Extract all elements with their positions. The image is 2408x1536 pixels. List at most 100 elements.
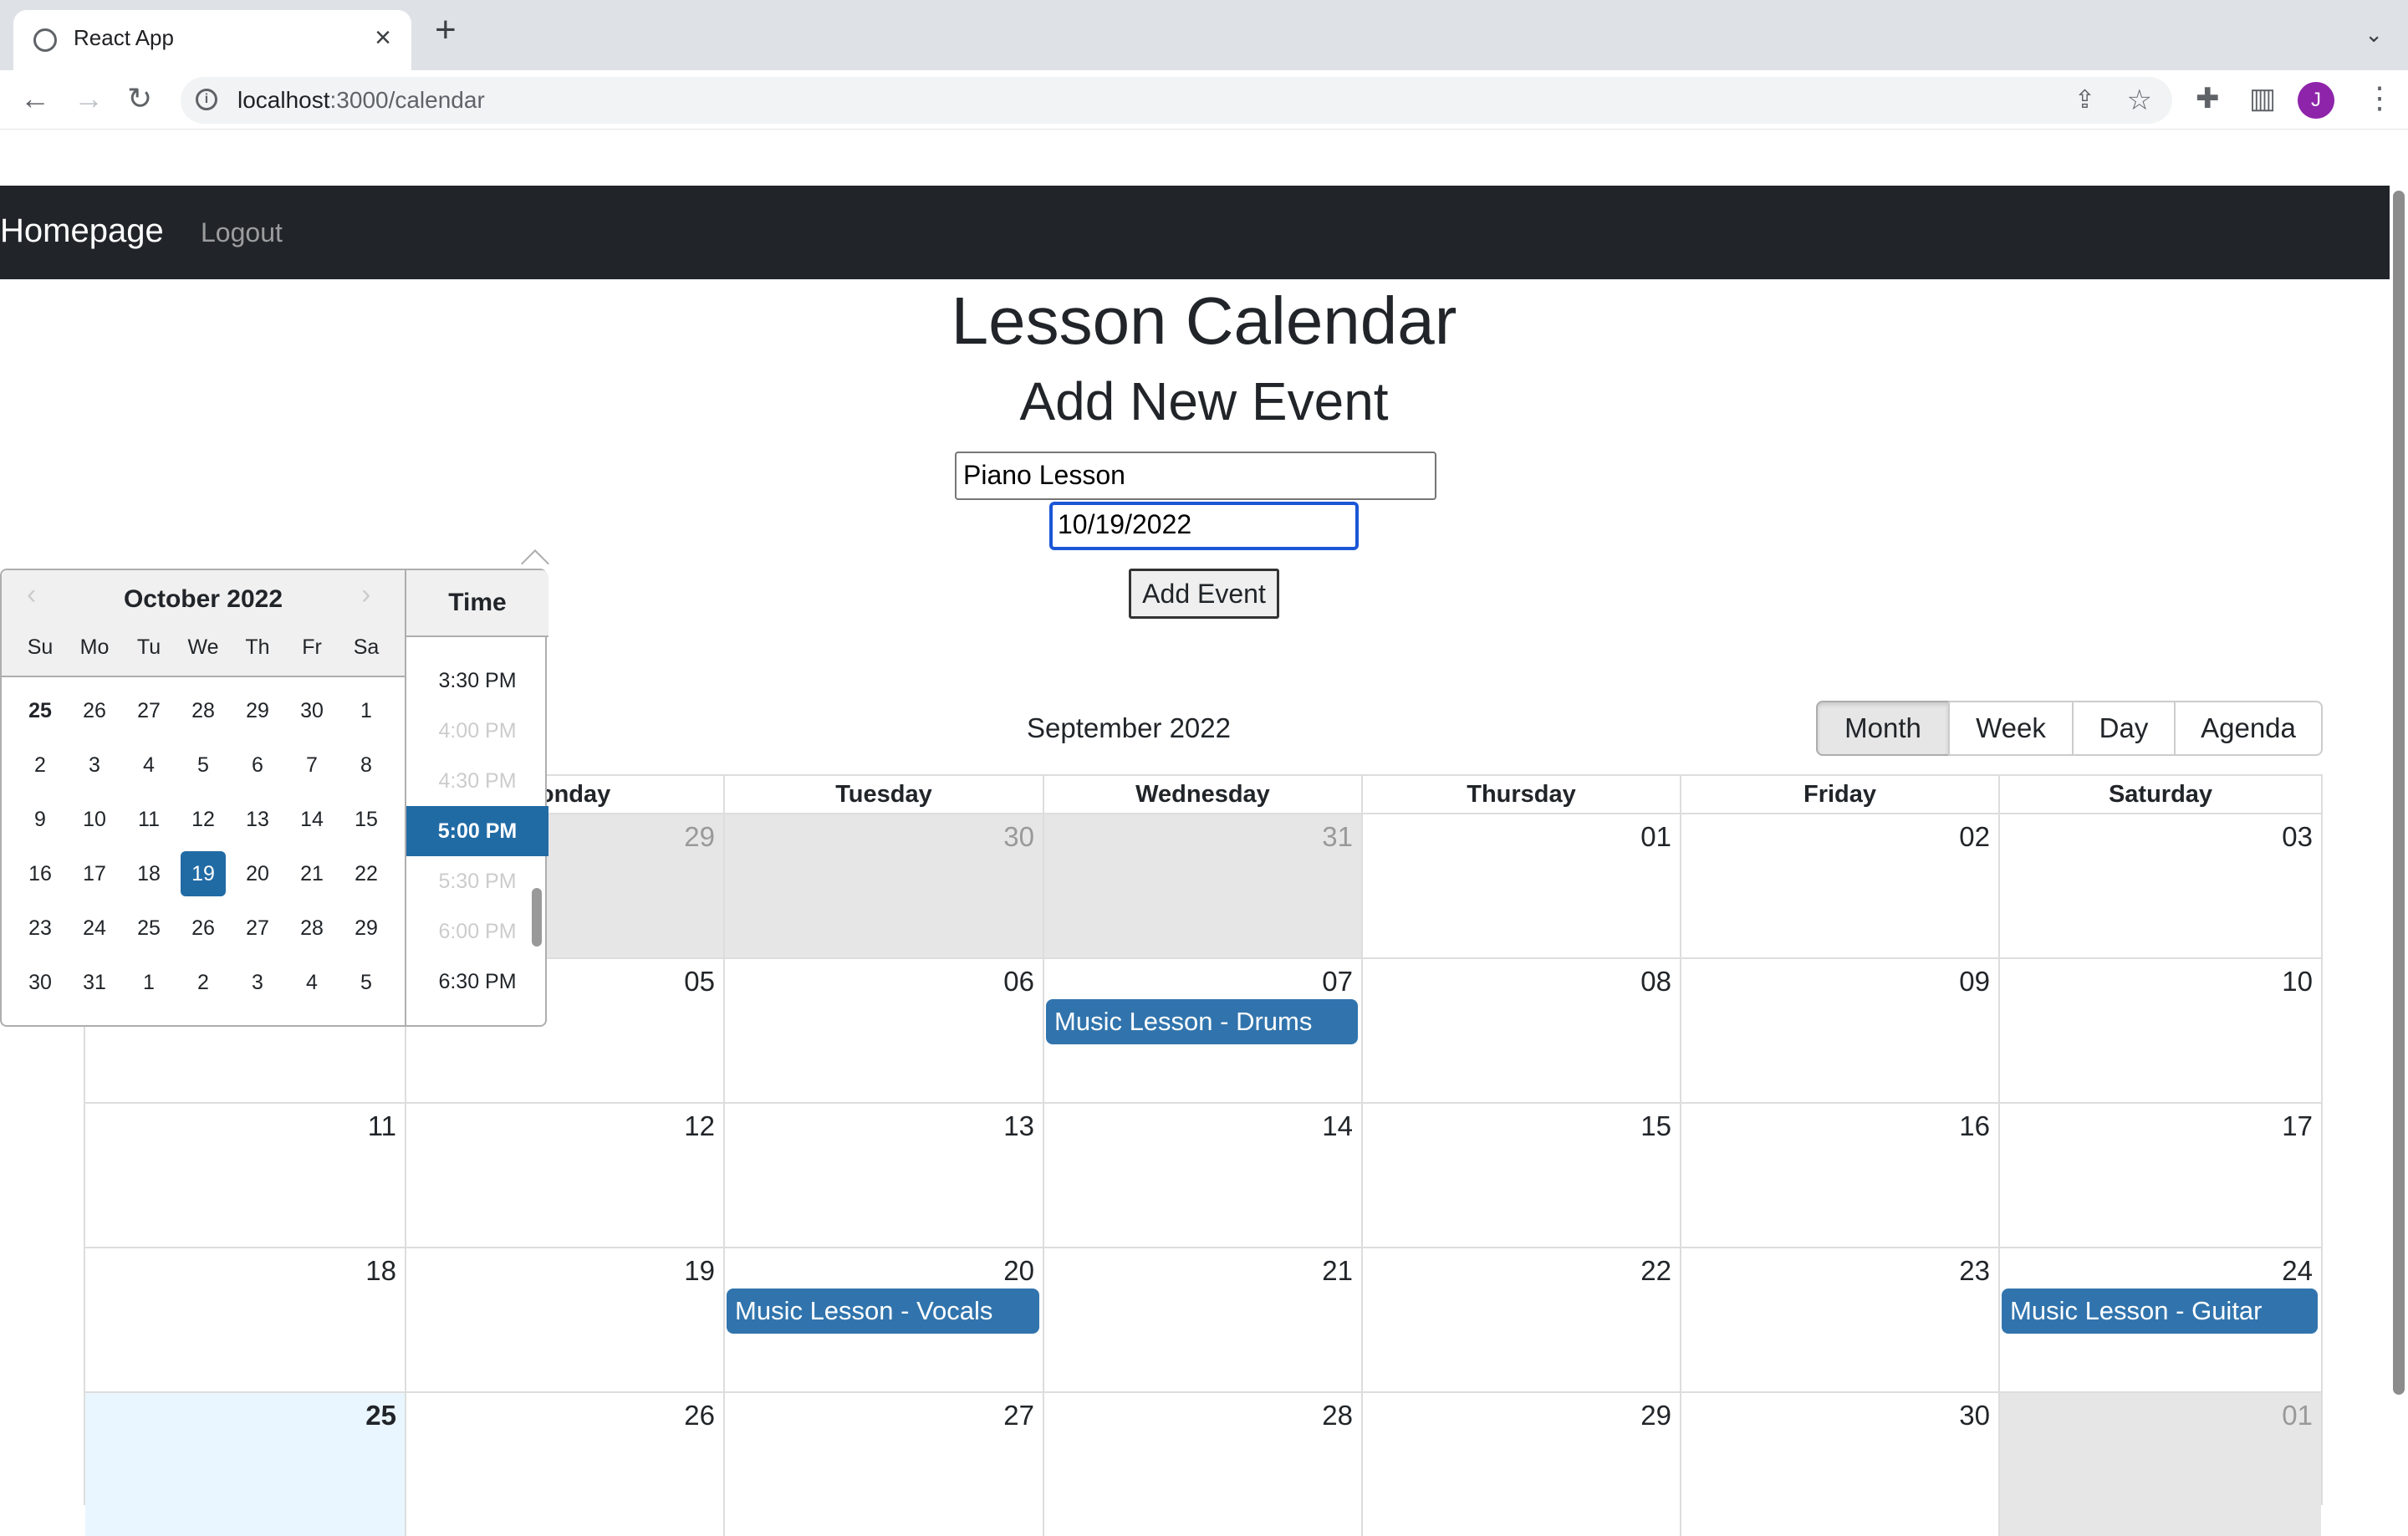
datepicker-day[interactable]: 25 xyxy=(18,688,63,733)
day-number[interactable]: 22 xyxy=(1640,1255,1671,1287)
datepicker-day[interactable]: 30 xyxy=(289,688,334,733)
day-cell[interactable]: 16 xyxy=(1680,1102,1998,1247)
day-cell[interactable]: 21 xyxy=(1043,1247,1361,1391)
time-option[interactable]: 6:30 PM xyxy=(406,957,548,1007)
day-cell[interactable]: 29 xyxy=(1361,1391,1680,1536)
day-number[interactable]: 02 xyxy=(1959,821,1990,853)
day-number[interactable]: 23 xyxy=(1959,1255,1990,1287)
view-week-button[interactable]: Week xyxy=(1948,701,2074,756)
datepicker-day[interactable]: 28 xyxy=(181,688,226,733)
homepage-link[interactable]: Homepage xyxy=(0,212,164,250)
day-number[interactable]: 26 xyxy=(684,1400,715,1431)
day-number[interactable]: 01 xyxy=(1640,821,1671,853)
datepicker-day[interactable]: 3 xyxy=(235,960,280,1005)
datepicker-day[interactable]: 29 xyxy=(344,906,389,951)
day-number[interactable]: 19 xyxy=(684,1255,715,1287)
day-number[interactable]: 20 xyxy=(1003,1255,1034,1287)
day-cell[interactable]: 27 xyxy=(723,1391,1043,1536)
view-day-button[interactable]: Day xyxy=(2072,701,2176,756)
day-number[interactable]: 10 xyxy=(2282,966,2313,998)
day-cell[interactable]: 31 xyxy=(1043,813,1361,957)
calendar-event[interactable]: Music Lesson - Guitar xyxy=(2002,1289,2318,1334)
day-cell[interactable]: 28 xyxy=(1043,1391,1361,1536)
day-number[interactable]: 08 xyxy=(1640,966,1671,998)
datepicker-day[interactable]: 10 xyxy=(72,797,117,842)
back-icon[interactable]: ← xyxy=(20,82,50,115)
datepicker-day[interactable]: 22 xyxy=(344,851,389,896)
side-panel-icon[interactable]: ▥ xyxy=(2249,82,2276,115)
tab-search-chevron-icon[interactable]: ⌄ xyxy=(2365,22,2383,48)
day-number[interactable]: 27 xyxy=(1003,1400,1034,1431)
day-number[interactable]: 31 xyxy=(1322,821,1353,853)
time-option[interactable]: 5:30 PM xyxy=(406,856,548,906)
day-number[interactable]: 06 xyxy=(1003,966,1034,998)
datepicker-day[interactable]: 25 xyxy=(126,906,171,951)
datepicker-day[interactable]: 26 xyxy=(181,906,226,951)
day-number[interactable]: 05 xyxy=(684,966,715,998)
day-number[interactable]: 28 xyxy=(1322,1400,1353,1431)
datepicker-day[interactable]: 23 xyxy=(18,906,63,951)
day-cell[interactable]: 23 xyxy=(1680,1247,1998,1391)
day-cell[interactable]: 25 xyxy=(85,1391,405,1536)
day-number[interactable]: 07 xyxy=(1322,966,1353,998)
next-month-icon[interactable]: › xyxy=(361,579,370,611)
datepicker-day[interactable]: 6 xyxy=(235,742,280,788)
day-number[interactable]: 16 xyxy=(1959,1110,1990,1142)
browser-tab[interactable]: React App × xyxy=(13,10,411,70)
datepicker-day[interactable]: 1 xyxy=(126,960,171,1005)
day-number[interactable]: 13 xyxy=(1003,1110,1034,1142)
forward-icon[interactable]: → xyxy=(74,82,104,115)
datepicker-day[interactable]: 27 xyxy=(235,906,280,951)
day-number[interactable]: 17 xyxy=(2282,1110,2313,1142)
day-cell[interactable]: 15 xyxy=(1361,1102,1680,1247)
day-number[interactable]: 15 xyxy=(1640,1110,1671,1142)
day-number[interactable]: 09 xyxy=(1959,966,1990,998)
datepicker-day[interactable]: 2 xyxy=(181,960,226,1005)
day-cell[interactable]: 09 xyxy=(1680,957,1998,1102)
time-option[interactable]: 4:30 PM xyxy=(406,756,548,806)
site-info-icon[interactable]: i xyxy=(196,89,217,110)
day-cell[interactable]: 01 xyxy=(1361,813,1680,957)
day-cell[interactable]: 14 xyxy=(1043,1102,1361,1247)
datepicker-day[interactable]: 27 xyxy=(126,688,171,733)
datepicker-day[interactable]: 5 xyxy=(344,960,389,1005)
reload-icon[interactable]: ↻ xyxy=(127,82,152,115)
view-agenda-button[interactable]: Agenda xyxy=(2174,701,2323,756)
datepicker-day[interactable]: 5 xyxy=(181,742,226,788)
day-cell[interactable]: 17 xyxy=(1998,1102,2321,1247)
datepicker-day[interactable]: 12 xyxy=(181,797,226,842)
datepicker-day[interactable]: 14 xyxy=(289,797,334,842)
day-cell[interactable]: 30 xyxy=(1680,1391,1998,1536)
day-number[interactable]: 29 xyxy=(684,821,715,853)
datepicker-day[interactable]: 29 xyxy=(235,688,280,733)
datepicker-day[interactable]: 19 xyxy=(181,851,226,896)
time-option[interactable]: 3:30 PM xyxy=(406,656,548,706)
datepicker-day[interactable]: 9 xyxy=(18,797,63,842)
datepicker-day[interactable]: 24 xyxy=(72,906,117,951)
profile-avatar[interactable]: J xyxy=(2298,82,2334,119)
time-option[interactable]: 5:00 PM xyxy=(406,806,548,856)
time-list-scrollbar[interactable] xyxy=(532,888,542,947)
day-cell[interactable]: 08 xyxy=(1361,957,1680,1102)
datepicker-day[interactable]: 16 xyxy=(18,851,63,896)
share-icon[interactable]: ⇪ xyxy=(2074,85,2095,115)
address-bar[interactable]: i localhost:3000/calendar ⇪ ☆ xyxy=(181,77,2172,124)
extensions-puzzle-icon[interactable]: ✚ xyxy=(2196,82,2220,115)
day-number[interactable]: 30 xyxy=(1959,1400,1990,1431)
day-cell[interactable]: 06 xyxy=(723,957,1043,1102)
day-cell[interactable]: 03 xyxy=(1998,813,2321,957)
day-cell[interactable]: 18 xyxy=(85,1247,405,1391)
day-number[interactable]: 11 xyxy=(368,1110,396,1142)
datepicker-day[interactable]: 30 xyxy=(18,960,63,1005)
day-cell[interactable]: 12 xyxy=(405,1102,723,1247)
day-cell[interactable]: 13 xyxy=(723,1102,1043,1247)
day-number[interactable]: 18 xyxy=(365,1255,396,1287)
day-cell[interactable]: 10 xyxy=(1998,957,2321,1102)
event-title-input[interactable]: Piano Lesson xyxy=(955,452,1436,500)
datepicker-day[interactable]: 28 xyxy=(289,906,334,951)
day-cell[interactable]: 22 xyxy=(1361,1247,1680,1391)
datepicker-time-list[interactable]: Time 3:30 PM 4:00 PM 4:30 PM 5:00 PM 5:30 PM… xyxy=(405,570,548,1025)
day-number[interactable]: 24 xyxy=(2282,1255,2313,1287)
datepicker-day[interactable]: 2 xyxy=(18,742,63,788)
time-option[interactable]: 4:00 PM xyxy=(406,706,548,756)
